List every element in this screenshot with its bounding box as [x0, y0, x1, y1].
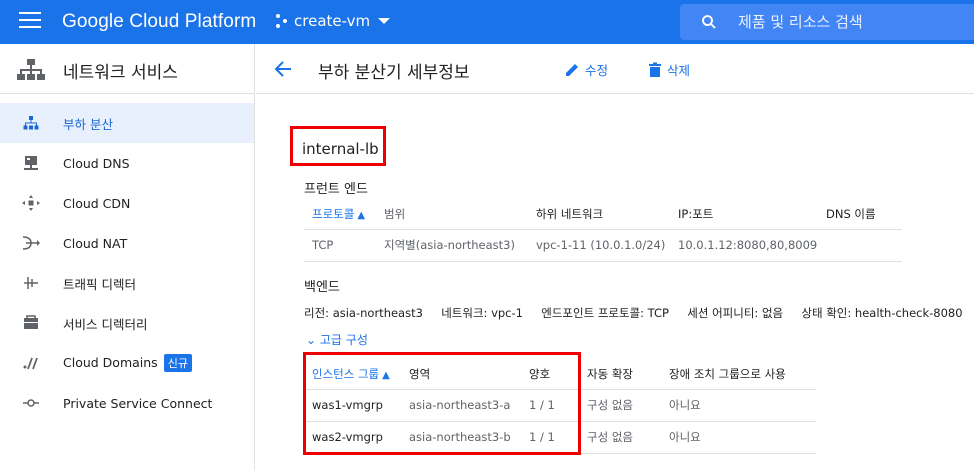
table-header-row: 인스턴스 그룹 ▲ 영역 양호 자동 확장 장애 조치 그룹으로 사용	[304, 359, 816, 390]
advanced-config-toggle[interactable]: ⌄ 고급 구성	[306, 331, 368, 348]
column-instance-group[interactable]: 인스턴스 그룹 ▲	[304, 359, 409, 390]
cell-subnet: vpc-1-11 (10.0.1.0/24)	[536, 229, 678, 262]
chevron-down-icon	[378, 18, 391, 24]
column-zone: 영역	[409, 359, 529, 390]
nat-icon	[22, 236, 40, 250]
health-check-value: health-check-8080	[854, 306, 963, 320]
search-icon	[702, 15, 716, 29]
session-affinity-value: 없음	[761, 306, 784, 320]
sidebar-item-cloud-dns[interactable]: Cloud DNS	[0, 143, 254, 183]
project-selector[interactable]: create-vm	[276, 12, 391, 30]
network-value: vpc-1	[491, 306, 523, 320]
sidebar-item-cloud-domains[interactable]: Cloud Domains 신규	[0, 343, 254, 383]
cell-scope: 지역별(asia-northeast3)	[384, 229, 536, 262]
cell-healthy: 1 / 1	[529, 389, 587, 422]
search-input[interactable]	[738, 13, 938, 31]
backend-meta: 리전: asia-northeast3 네트워크: vpc-1 엔드포인트 프로…	[304, 306, 963, 320]
cell-failover: 아니요	[669, 389, 816, 422]
chevron-down-icon: ⌄	[306, 333, 317, 347]
table-row: was1-vmgrp asia-northeast3-a 1 / 1 구성 없음…	[304, 389, 816, 422]
sidebar-item-label: Cloud Domains 신규	[63, 354, 192, 372]
sidebar-item-label: Private Service Connect	[63, 395, 213, 411]
column-dns-name: DNS 이름	[826, 199, 902, 230]
dns-icon	[24, 156, 38, 170]
cell-zone: asia-northeast3-b	[409, 421, 529, 454]
cell-healthy: 1 / 1	[529, 421, 587, 454]
delete-label: 삭제	[667, 63, 691, 78]
sidebar-item-service-directory[interactable]: 서비스 디렉터리	[0, 303, 254, 343]
sort-up-icon: ▲	[357, 209, 366, 221]
trash-icon	[649, 62, 661, 77]
cell-instance-group[interactable]: was2-vmgrp	[304, 421, 409, 454]
page-title: 부하 분산기 세부정보	[318, 63, 470, 83]
load-balancer-name: internal-lb	[302, 140, 379, 158]
table-row: was2-vmgrp asia-northeast3-b 1 / 1 구성 없음…	[304, 421, 816, 454]
sidebar-item-cloud-nat[interactable]: Cloud NAT	[0, 223, 254, 263]
domains-icon	[23, 357, 38, 370]
project-dots-icon	[276, 14, 288, 28]
column-subnet: 하위 네트워크	[536, 199, 678, 230]
advanced-config-label: 고급 구성	[319, 333, 368, 347]
sidebar-item-label: Cloud CDN	[63, 195, 131, 211]
column-healthy: 양호	[529, 359, 587, 390]
sidebar-item-cloud-cdn[interactable]: Cloud CDN	[0, 183, 254, 223]
private-service-connect-icon	[23, 399, 39, 407]
column-ip-port: IP:포트	[678, 199, 826, 230]
sidebar-item-label: Cloud DNS	[63, 155, 130, 171]
cell-ip-port: 10.0.1.12:8080,80,8009	[678, 229, 826, 262]
column-scope: 범위	[384, 199, 536, 230]
table-row: TCP 지역별(asia-northeast3) vpc-1-11 (10.0.…	[304, 229, 902, 262]
cell-protocol: TCP	[304, 229, 384, 262]
load-balancing-icon	[23, 116, 39, 130]
main-menu-icon[interactable]	[19, 12, 41, 30]
sidebar-item-label: Cloud NAT	[63, 235, 128, 251]
sidebar-item-traffic-director[interactable]: 트래픽 디렉터	[0, 263, 254, 303]
nav-header: 네트워크 서비스	[0, 44, 255, 94]
backend-table: 인스턴스 그룹 ▲ 영역 양호 자동 확장 장애 조치 그룹으로 사용 was1-…	[304, 359, 816, 454]
top-app-bar: Google Cloud Platform create-vm	[0, 0, 974, 44]
cell-failover: 아니요	[669, 421, 816, 454]
sidebar-item-label: 부하 분산	[63, 116, 113, 132]
column-protocol[interactable]: 프로토콜 ▲	[304, 199, 384, 230]
sidebar-item-label: 트래픽 디렉터	[63, 276, 136, 292]
cell-dns-name	[826, 229, 902, 262]
brand-title[interactable]: Google Cloud Platform	[62, 11, 256, 33]
new-badge: 신규	[163, 354, 192, 372]
traffic-director-icon	[24, 277, 38, 289]
sidebar-item-load-balancing[interactable]: 부하 분산	[0, 103, 254, 143]
service-directory-icon	[24, 315, 38, 329]
column-autoscaling: 자동 확장	[587, 359, 669, 390]
edit-label: 수정	[585, 63, 609, 78]
cell-instance-group[interactable]: was1-vmgrp	[304, 389, 409, 422]
search-bar[interactable]	[680, 4, 974, 40]
backend-title: 백엔드	[304, 280, 340, 295]
sort-up-icon: ▲	[382, 369, 390, 381]
page-header: 부하 분산기 세부정보 수정 삭제	[256, 44, 974, 94]
network-services-icon	[17, 59, 45, 80]
edit-button[interactable]: 수정	[564, 60, 608, 79]
project-name: create-vm	[294, 12, 371, 30]
table-header-row: 프로토콜 ▲ 범위 하위 네트워크 IP:포트 DNS 이름	[304, 199, 902, 230]
cdn-icon	[22, 195, 40, 211]
arrow-back-icon[interactable]	[274, 60, 292, 78]
sidebar-item-label: 서비스 디렉터리	[63, 316, 148, 332]
pencil-icon	[566, 63, 578, 76]
sidebar-item-private-service-connect[interactable]: Private Service Connect	[0, 383, 254, 423]
cell-autoscaling: 구성 없음	[587, 389, 669, 422]
cell-zone: asia-northeast3-a	[409, 389, 529, 422]
region-value: asia-northeast3	[332, 306, 423, 320]
column-failover-group: 장애 조치 그룹으로 사용	[669, 359, 816, 390]
nav-title: 네트워크 서비스	[63, 63, 178, 83]
frontend-table: 프로토콜 ▲ 범위 하위 네트워크 IP:포트 DNS 이름 TCP 지역별(as…	[304, 199, 902, 262]
delete-button[interactable]: 삭제	[648, 60, 690, 79]
endpoint-protocol-value: TCP	[647, 306, 669, 320]
cell-autoscaling: 구성 없음	[587, 421, 669, 454]
left-navigation: 네트워크 서비스 부하 분산 Cloud DNS Cloud CDN Cloud…	[0, 44, 255, 470]
frontend-title: 프런트 엔드	[304, 182, 368, 197]
